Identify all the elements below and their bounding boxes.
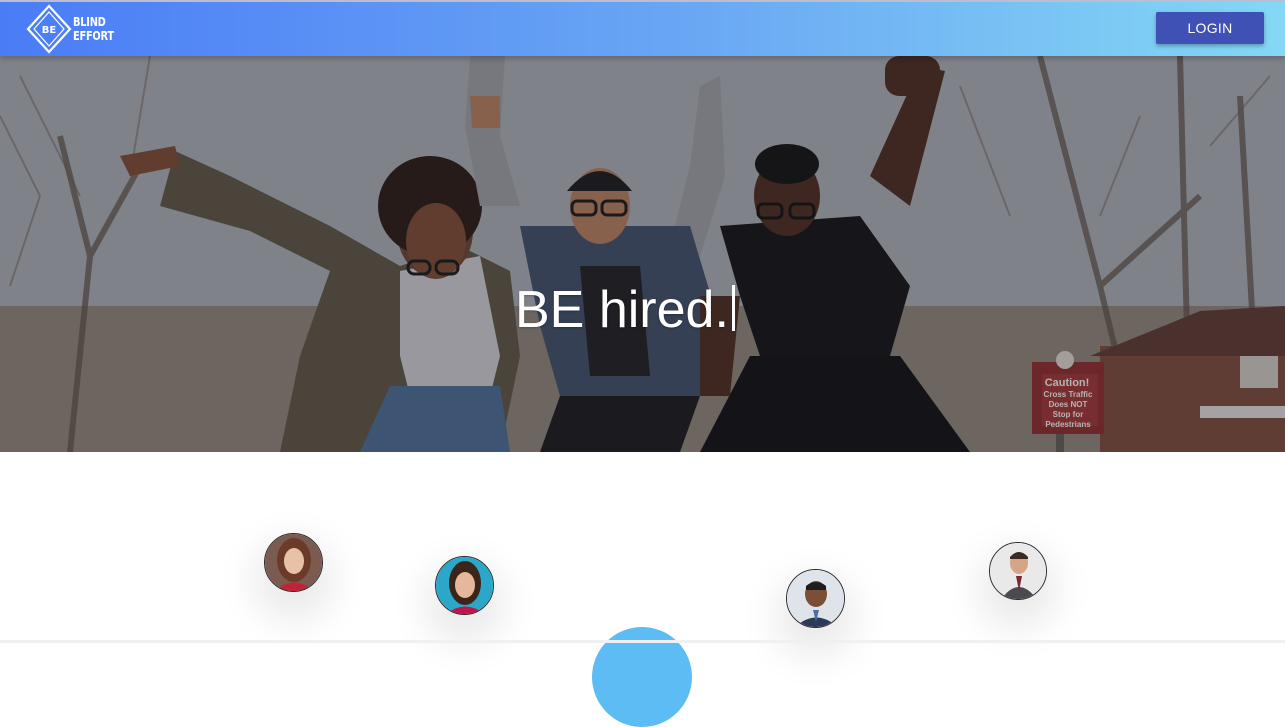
testimonial-avatar-3[interactable]	[786, 569, 845, 628]
hero-dim-overlay	[0, 56, 1285, 452]
logo-line-1: BLIND	[73, 15, 106, 29]
avatar-man-suit-icon	[786, 569, 845, 628]
login-button[interactable]: LOGIN	[1156, 12, 1264, 44]
testimonial-avatar-4[interactable]	[989, 542, 1047, 600]
testimonial-avatar-1[interactable]	[264, 533, 323, 592]
avatar-woman-teal-icon	[435, 556, 494, 615]
avatar-man-vest-icon	[989, 542, 1047, 600]
hero-headline: BE hired.	[515, 280, 735, 340]
hero-headline-text: BE hired.	[515, 281, 729, 339]
hero-banner: Caution! Cross Traffic Does NOT Stop for…	[0, 56, 1285, 452]
testimonial-avatar-2[interactable]	[435, 556, 494, 615]
blind-effort-logo[interactable]: BE BLIND EFFORT	[26, 4, 126, 54]
typing-cursor	[731, 285, 735, 331]
logo-mark: BE	[42, 25, 57, 36]
logo-wordmark: BLIND EFFORT	[73, 15, 114, 43]
logo-line-2: EFFORT	[73, 29, 114, 43]
top-navbar: BE BLIND EFFORT LOGIN	[0, 0, 1285, 56]
avatar-woman-red-icon	[264, 533, 323, 592]
logo-diamond-icon: BE	[26, 4, 72, 54]
